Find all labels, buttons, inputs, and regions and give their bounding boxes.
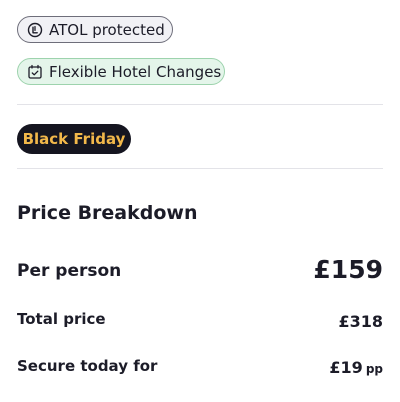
secure-today-amount: £19	[329, 358, 363, 377]
total-price-value: £318	[338, 312, 383, 331]
price-breakdown-title: Price Breakdown	[17, 202, 198, 224]
black-friday-badge: Black Friday	[17, 124, 131, 154]
flexible-hotel-changes-badge: Flexible Hotel Changes	[17, 58, 225, 85]
per-person-label: Per person	[17, 261, 122, 281]
flexible-hotel-changes-label: Flexible Hotel Changes	[49, 62, 222, 81]
atol-protected-label: ATOL protected	[49, 20, 165, 39]
atol-protected-badge: ATOL protected	[17, 16, 173, 43]
calendar-check-icon	[27, 64, 43, 80]
secure-today-row: Secure today for £19 pp	[17, 357, 383, 379]
secure-today-label: Secure today for	[17, 357, 158, 375]
total-price-label: Total price	[17, 310, 106, 328]
total-price-row: Total price £318	[17, 310, 383, 332]
divider	[17, 104, 383, 105]
price-summary-panel: ATOL protected Flexible Hotel Changes Bl…	[0, 0, 400, 402]
atol-shield-icon	[27, 22, 43, 38]
divider	[17, 168, 383, 169]
per-person-row: Per person £159	[17, 255, 383, 285]
per-person-unit: pp	[365, 362, 383, 376]
per-person-price: £159	[313, 255, 383, 284]
secure-today-value: £19 pp	[329, 358, 383, 377]
